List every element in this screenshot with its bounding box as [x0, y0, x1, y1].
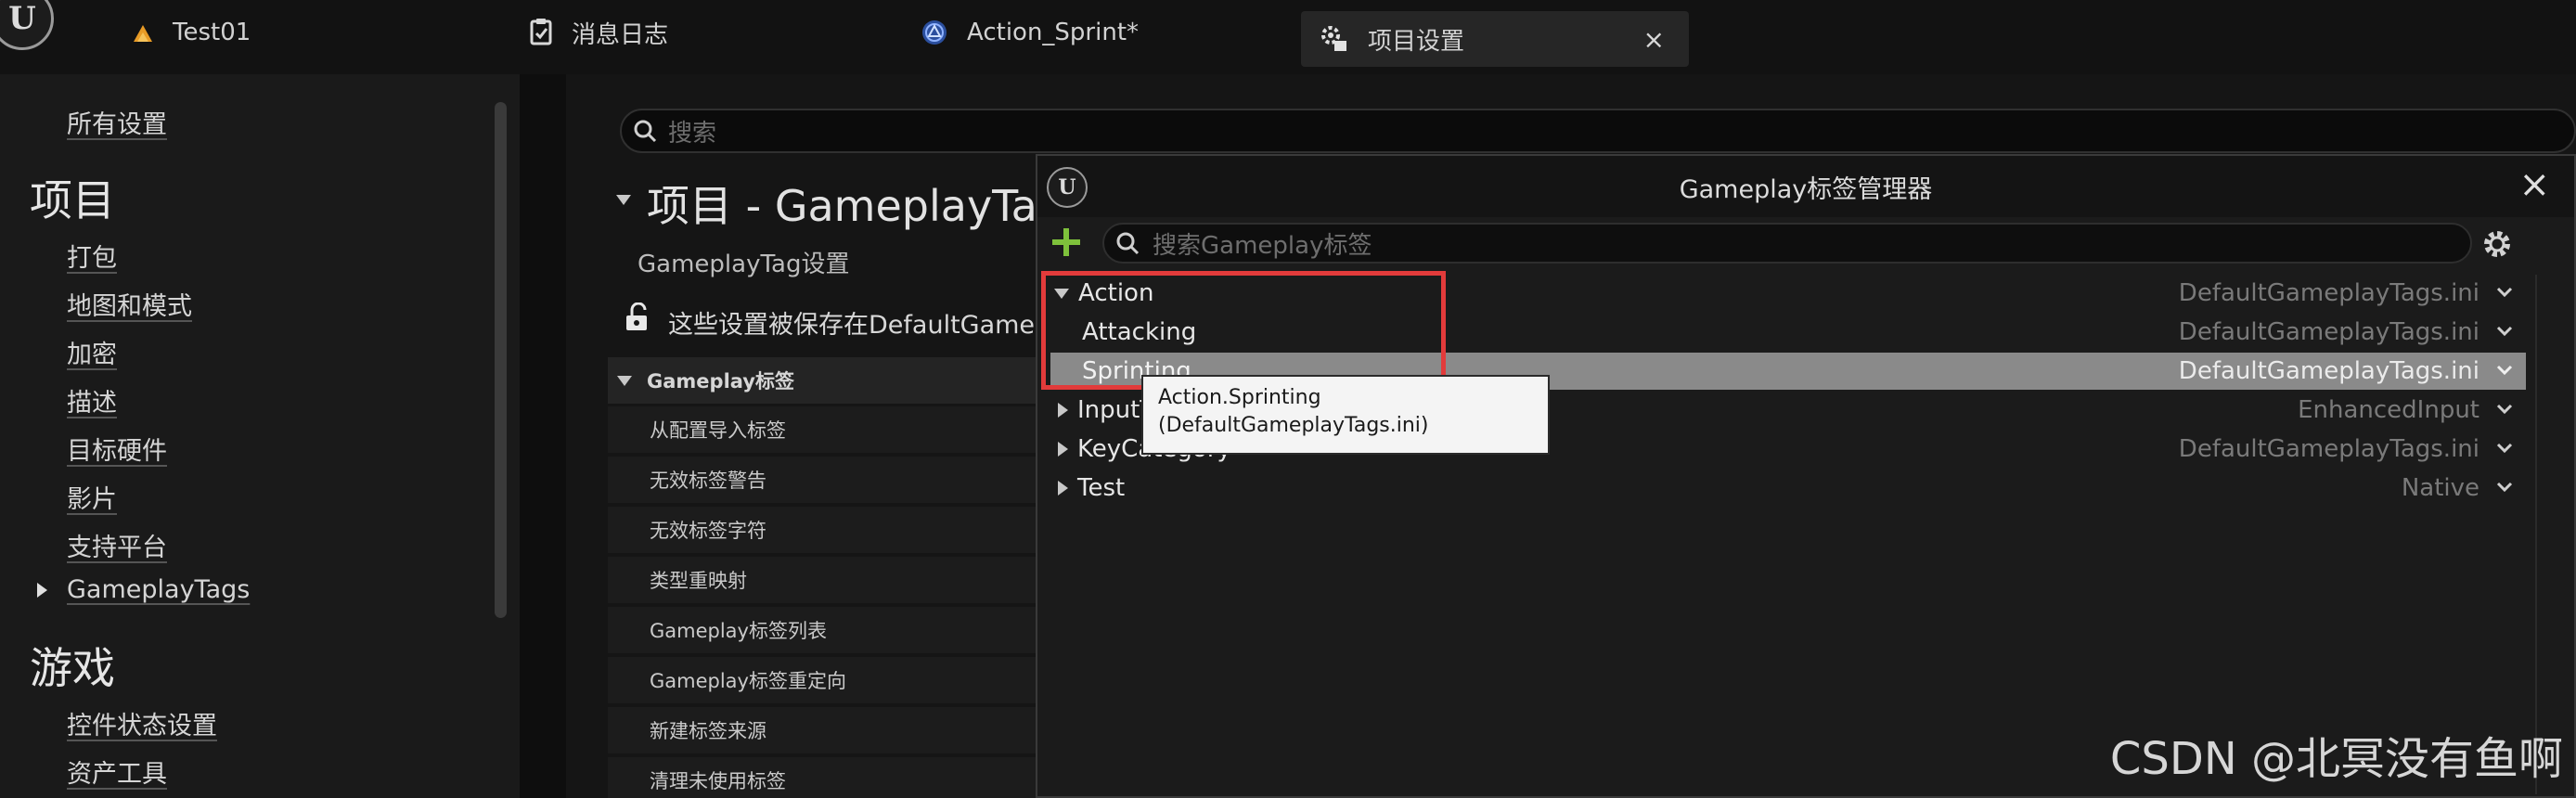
tag-source: Native [2401, 474, 2479, 502]
property-row: 无效标签字符 [608, 507, 1044, 555]
tag-name: Attacking [1082, 318, 1197, 346]
expand-arrow-icon[interactable] [1058, 481, 1068, 496]
tag-source: DefaultGameplayTags.ini [2178, 279, 2479, 307]
chevron-down-icon[interactable] [2494, 438, 2515, 458]
settings-search-input[interactable]: 搜索 [620, 109, 2576, 153]
unreal-logo-icon: U [1047, 167, 1088, 208]
tooltip-tag-path: Action.Sprinting [1158, 386, 1321, 409]
tag-row-action[interactable]: Action DefaultGameplayTags.ini [1050, 275, 2526, 312]
sidebar-item-movies[interactable]: 影片 [67, 479, 117, 515]
gear-icon[interactable] [2481, 228, 2513, 264]
tab-close-icon[interactable]: × [1643, 24, 1665, 55]
sidebar-item-description[interactable]: 描述 [67, 382, 117, 418]
search-icon [634, 120, 657, 143]
chevron-down-icon[interactable] [2494, 360, 2515, 380]
tab-message-log[interactable]: 消息日志 [529, 0, 668, 65]
tag-source: EnhancedInput [2298, 396, 2479, 424]
chevron-down-icon[interactable] [2494, 399, 2515, 419]
tab-bar: U Test01 消息日志 Action_Sprint* 项目设置 × [0, 0, 2576, 74]
sidebar-heading-project: 项目 [30, 175, 115, 225]
unreal-logo-icon[interactable]: U [0, 0, 54, 50]
property-row: 从配置导入标签 [608, 406, 1044, 455]
page-title: 项目 - GameplayTags [647, 181, 1037, 231]
expand-arrow-icon[interactable] [1054, 288, 1069, 299]
tag-row-test[interactable]: Test Native [1050, 470, 2526, 507]
sidebar-item-encryption[interactable]: 加密 [67, 334, 117, 370]
sidebar-item-supported-platforms[interactable]: 支持平台 [67, 527, 167, 563]
property-row: 新建标签来源 [608, 707, 1044, 755]
search-icon [1116, 232, 1140, 255]
dialog-divider [2535, 275, 2537, 794]
tab-label: Action_Sprint* [967, 19, 1140, 46]
unlock-icon[interactable] [624, 302, 651, 336]
sidebar-item-maps-modes[interactable]: 地图和模式 [67, 286, 192, 322]
message-log-icon [529, 19, 553, 46]
sidebar-item-target-hardware[interactable]: 目标硬件 [67, 431, 167, 467]
dialog-close-icon[interactable]: × [2518, 163, 2550, 206]
expand-arrow-icon[interactable] [1058, 442, 1068, 457]
tag-search-input[interactable]: 搜索Gameplay标签 [1102, 223, 2472, 264]
tag-source: DefaultGameplayTags.ini [2178, 318, 2479, 346]
level-icon [132, 21, 154, 44]
tag-name: Test [1077, 474, 1126, 502]
tag-row-attacking[interactable]: Attacking DefaultGameplayTags.ini [1050, 314, 2526, 351]
tab-label: 项目设置 [1368, 27, 1465, 56]
sidebar-item-all-settings[interactable]: 所有设置 [67, 104, 167, 140]
property-row: 清理未使用标签 [608, 757, 1044, 798]
tag-source: DefaultGameplayTags.ini [2178, 435, 2479, 463]
expand-arrow-icon[interactable] [1058, 403, 1068, 418]
sidebar-item-packaging[interactable]: 打包 [67, 238, 117, 274]
collapse-arrow-icon[interactable] [616, 195, 631, 205]
dialog-title-bar[interactable]: Gameplay标签管理器 [1037, 156, 2574, 217]
blueprint-icon [921, 19, 948, 46]
saved-notice: 这些设置被保存在DefaultGameplayTags.ini [668, 311, 1039, 340]
chevron-down-icon[interactable] [2494, 477, 2515, 497]
property-row: Gameplay标签重定向 [608, 657, 1044, 705]
tab-label: 消息日志 [572, 20, 669, 49]
sidebar-heading-game: 游戏 [30, 643, 115, 693]
property-row: 类型重映射 [608, 557, 1044, 605]
add-tag-icon[interactable] [1050, 226, 1082, 262]
settings-icon [1320, 24, 1349, 54]
tag-source: DefaultGameplayTags.ini [2178, 357, 2479, 385]
section-header-gameplay-tags[interactable]: Gameplay标签 [608, 357, 1044, 404]
watermark: CSDN @北冥没有鱼啊 [2109, 733, 2563, 785]
panel-divider [520, 74, 566, 798]
tab-project-settings[interactable]: 项目设置 × [1301, 11, 1689, 67]
chevron-down-icon[interactable] [2494, 282, 2515, 302]
expand-arrow-icon[interactable] [37, 583, 47, 598]
sidebar-item-asset-tools[interactable]: 资产工具 [67, 753, 167, 790]
section-header-label: Gameplay标签 [647, 370, 794, 393]
sidebar-item-widget-state[interactable]: 控件状态设置 [67, 705, 217, 741]
tag-tooltip: Action.Sprinting (DefaultGameplayTags.in… [1141, 375, 1550, 455]
sidebar-scrollbar[interactable] [495, 102, 507, 618]
gameplay-tag-manager-dialog: Gameplay标签管理器 U × 搜索Gameplay标签 Action De… [1036, 154, 2576, 798]
search-placeholder: 搜索 [668, 119, 717, 148]
property-row: 无效标签警告 [608, 457, 1044, 505]
sidebar-item-gameplaytags[interactable]: GameplayTags [67, 575, 250, 604]
page-subtitle: GameplayTag设置 [638, 251, 850, 278]
tooltip-tag-source: (DefaultGameplayTags.ini) [1158, 414, 1429, 437]
tab-action-sprint[interactable]: Action_Sprint* [921, 0, 1139, 65]
tag-name: Action [1078, 279, 1154, 307]
tag-search-placeholder: 搜索Gameplay标签 [1153, 231, 1372, 260]
collapse-arrow-icon [617, 375, 632, 386]
property-row: Gameplay标签列表 [608, 607, 1044, 655]
tab-label: Test01 [173, 19, 251, 46]
chevron-down-icon[interactable] [2494, 321, 2515, 341]
tab-test01[interactable]: Test01 [132, 0, 251, 65]
dialog-title: Gameplay标签管理器 [1679, 174, 1933, 204]
